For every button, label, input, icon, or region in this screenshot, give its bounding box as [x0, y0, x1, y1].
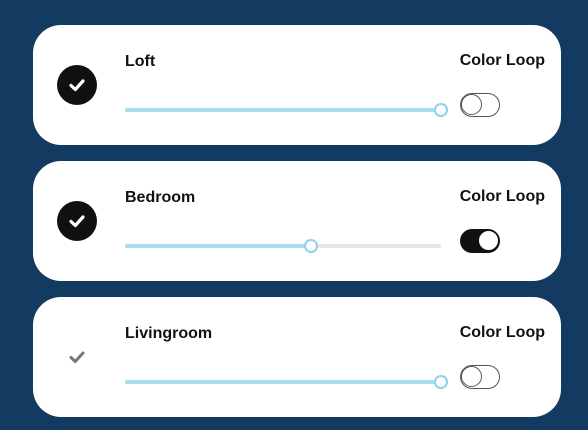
check-icon: [69, 79, 85, 92]
room-card-livingroom: Livingroom Color Loop: [33, 297, 561, 417]
brightness-slider[interactable]: [125, 239, 441, 253]
room-select-toggle-bedroom[interactable]: [57, 201, 97, 241]
room-card-loft: Loft Color Loop: [33, 25, 561, 145]
slider-thumb[interactable]: [304, 239, 319, 253]
color-loop-toggle[interactable]: [460, 93, 500, 117]
room-name: Bedroom: [125, 189, 196, 206]
room-name: Loft: [125, 53, 156, 70]
brightness-slider[interactable]: [125, 375, 448, 389]
check-icon: [69, 351, 85, 363]
slider-fill: [125, 380, 441, 384]
check-icon: [69, 215, 85, 228]
room-select-toggle-livingroom[interactable]: [57, 337, 97, 377]
room-card-bedroom: Bedroom Color Loop: [33, 161, 561, 281]
slider-fill: [125, 244, 312, 248]
color-loop-label: Color Loop: [459, 324, 545, 341]
color-loop-label: Color Loop: [459, 52, 545, 69]
room-select-toggle-loft[interactable]: [57, 65, 97, 105]
brightness-slider[interactable]: [125, 103, 448, 117]
color-loop-label: Color Loop: [459, 188, 545, 205]
room-name: Livingroom: [125, 325, 213, 342]
toggle-knob: [461, 366, 482, 387]
toggle-knob: [461, 94, 482, 115]
slider-thumb[interactable]: [434, 375, 448, 389]
toggle-knob: [478, 230, 499, 251]
slider-thumb[interactable]: [434, 103, 448, 117]
color-loop-toggle[interactable]: [460, 229, 500, 253]
slider-fill: [125, 108, 441, 112]
color-loop-toggle[interactable]: [460, 365, 500, 389]
